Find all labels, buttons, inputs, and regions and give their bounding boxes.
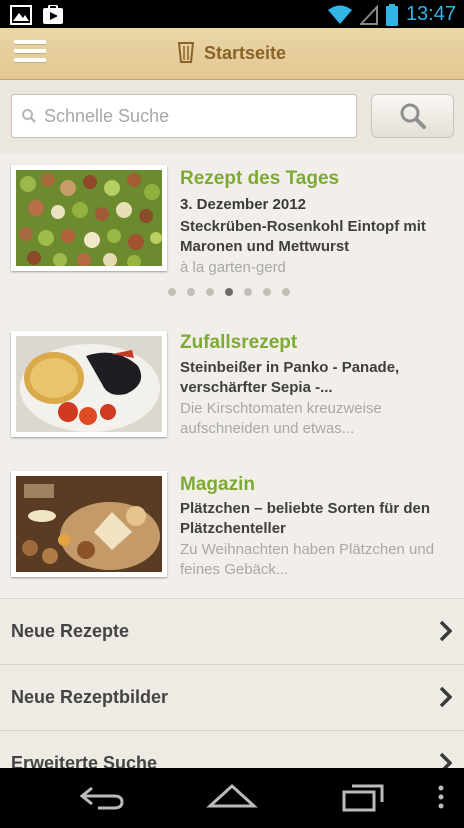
card-subtitle: Die Kirschtomaten kreuzweise aufschneide…: [180, 400, 382, 437]
magazine-card[interactable]: Magazin Plätzchen – beliebte Sorten für …: [0, 456, 464, 599]
recipe-of-the-day-card[interactable]: Rezept des Tages 3. Dezember 2012 Steckr…: [0, 154, 464, 317]
home-icon[interactable]: [206, 782, 258, 812]
carousel-indicator: [168, 288, 290, 296]
chevron-right-icon: [439, 620, 452, 642]
gallery-notification-icon: [10, 5, 32, 25]
carousel-dot[interactable]: [187, 288, 195, 296]
search-icon: [22, 109, 36, 123]
battery-icon: [385, 3, 398, 26]
chef-hat-icon: [177, 42, 195, 63]
page-title: Startseite: [204, 42, 287, 63]
overflow-menu-icon[interactable]: [436, 782, 446, 812]
list-item-label: Neue Rezeptbilder: [11, 687, 169, 707]
recipe-of-the-day-image: [11, 165, 167, 271]
carousel-dot[interactable]: [263, 288, 271, 296]
card-subtitle: Zu Weihnachten haben Plätzchen und feine…: [180, 541, 435, 578]
search-button[interactable]: [371, 94, 454, 138]
carousel-dot[interactable]: [206, 288, 214, 296]
system-navigation-bar: [0, 768, 464, 828]
chevron-right-icon: [439, 686, 452, 708]
search-icon: [400, 103, 426, 129]
back-icon[interactable]: [78, 782, 126, 812]
card-headline: Steinbeißer in Panko - Panade, verschärf…: [180, 359, 400, 396]
search-input[interactable]: Schnelle Suche: [11, 94, 357, 138]
carousel-dot[interactable]: [168, 288, 176, 296]
list-item-new-recipes[interactable]: Neue Rezepte: [0, 599, 464, 665]
card-subtitle: à la garten-gerd: [180, 259, 286, 276]
menu-icon[interactable]: [14, 40, 46, 68]
play-store-notification-icon: [43, 5, 63, 24]
magazine-image: [11, 471, 167, 577]
action-bar: Startseite: [0, 28, 464, 80]
random-recipe-image: [11, 331, 167, 437]
card-title: Rezept des Tages: [180, 168, 340, 189]
list-item-new-recipe-images[interactable]: Neue Rezeptbilder: [0, 665, 464, 731]
random-recipe-card[interactable]: Zufallsrezept Steinbeißer in Panko - Pan…: [0, 316, 464, 457]
carousel-dot[interactable]: [282, 288, 290, 296]
card-title: Zufallsrezept: [180, 332, 298, 353]
card-headline: Steckrüben-Rosenkohl Eintopf mit Maronen…: [180, 218, 426, 255]
carousel-dot[interactable]: [244, 288, 252, 296]
status-bar: 13:47: [0, 0, 464, 28]
card-title: Magazin: [180, 474, 255, 495]
card-date: 3. Dezember 2012: [180, 196, 306, 213]
search-placeholder: Schnelle Suche: [44, 105, 170, 126]
recent-apps-icon[interactable]: [340, 782, 388, 812]
card-headline: Plätzchen – beliebte Sorten für den Plät…: [180, 500, 431, 537]
clock: 13:47: [405, 3, 456, 25]
search-area: Schnelle Suche: [0, 80, 464, 155]
signal-icon: [359, 4, 378, 25]
list-item-label: Neue Rezepte: [11, 621, 130, 641]
action-bar-title: Startseite: [176, 40, 286, 66]
carousel-dot[interactable]: [225, 288, 233, 296]
wifi-icon: [327, 5, 352, 24]
